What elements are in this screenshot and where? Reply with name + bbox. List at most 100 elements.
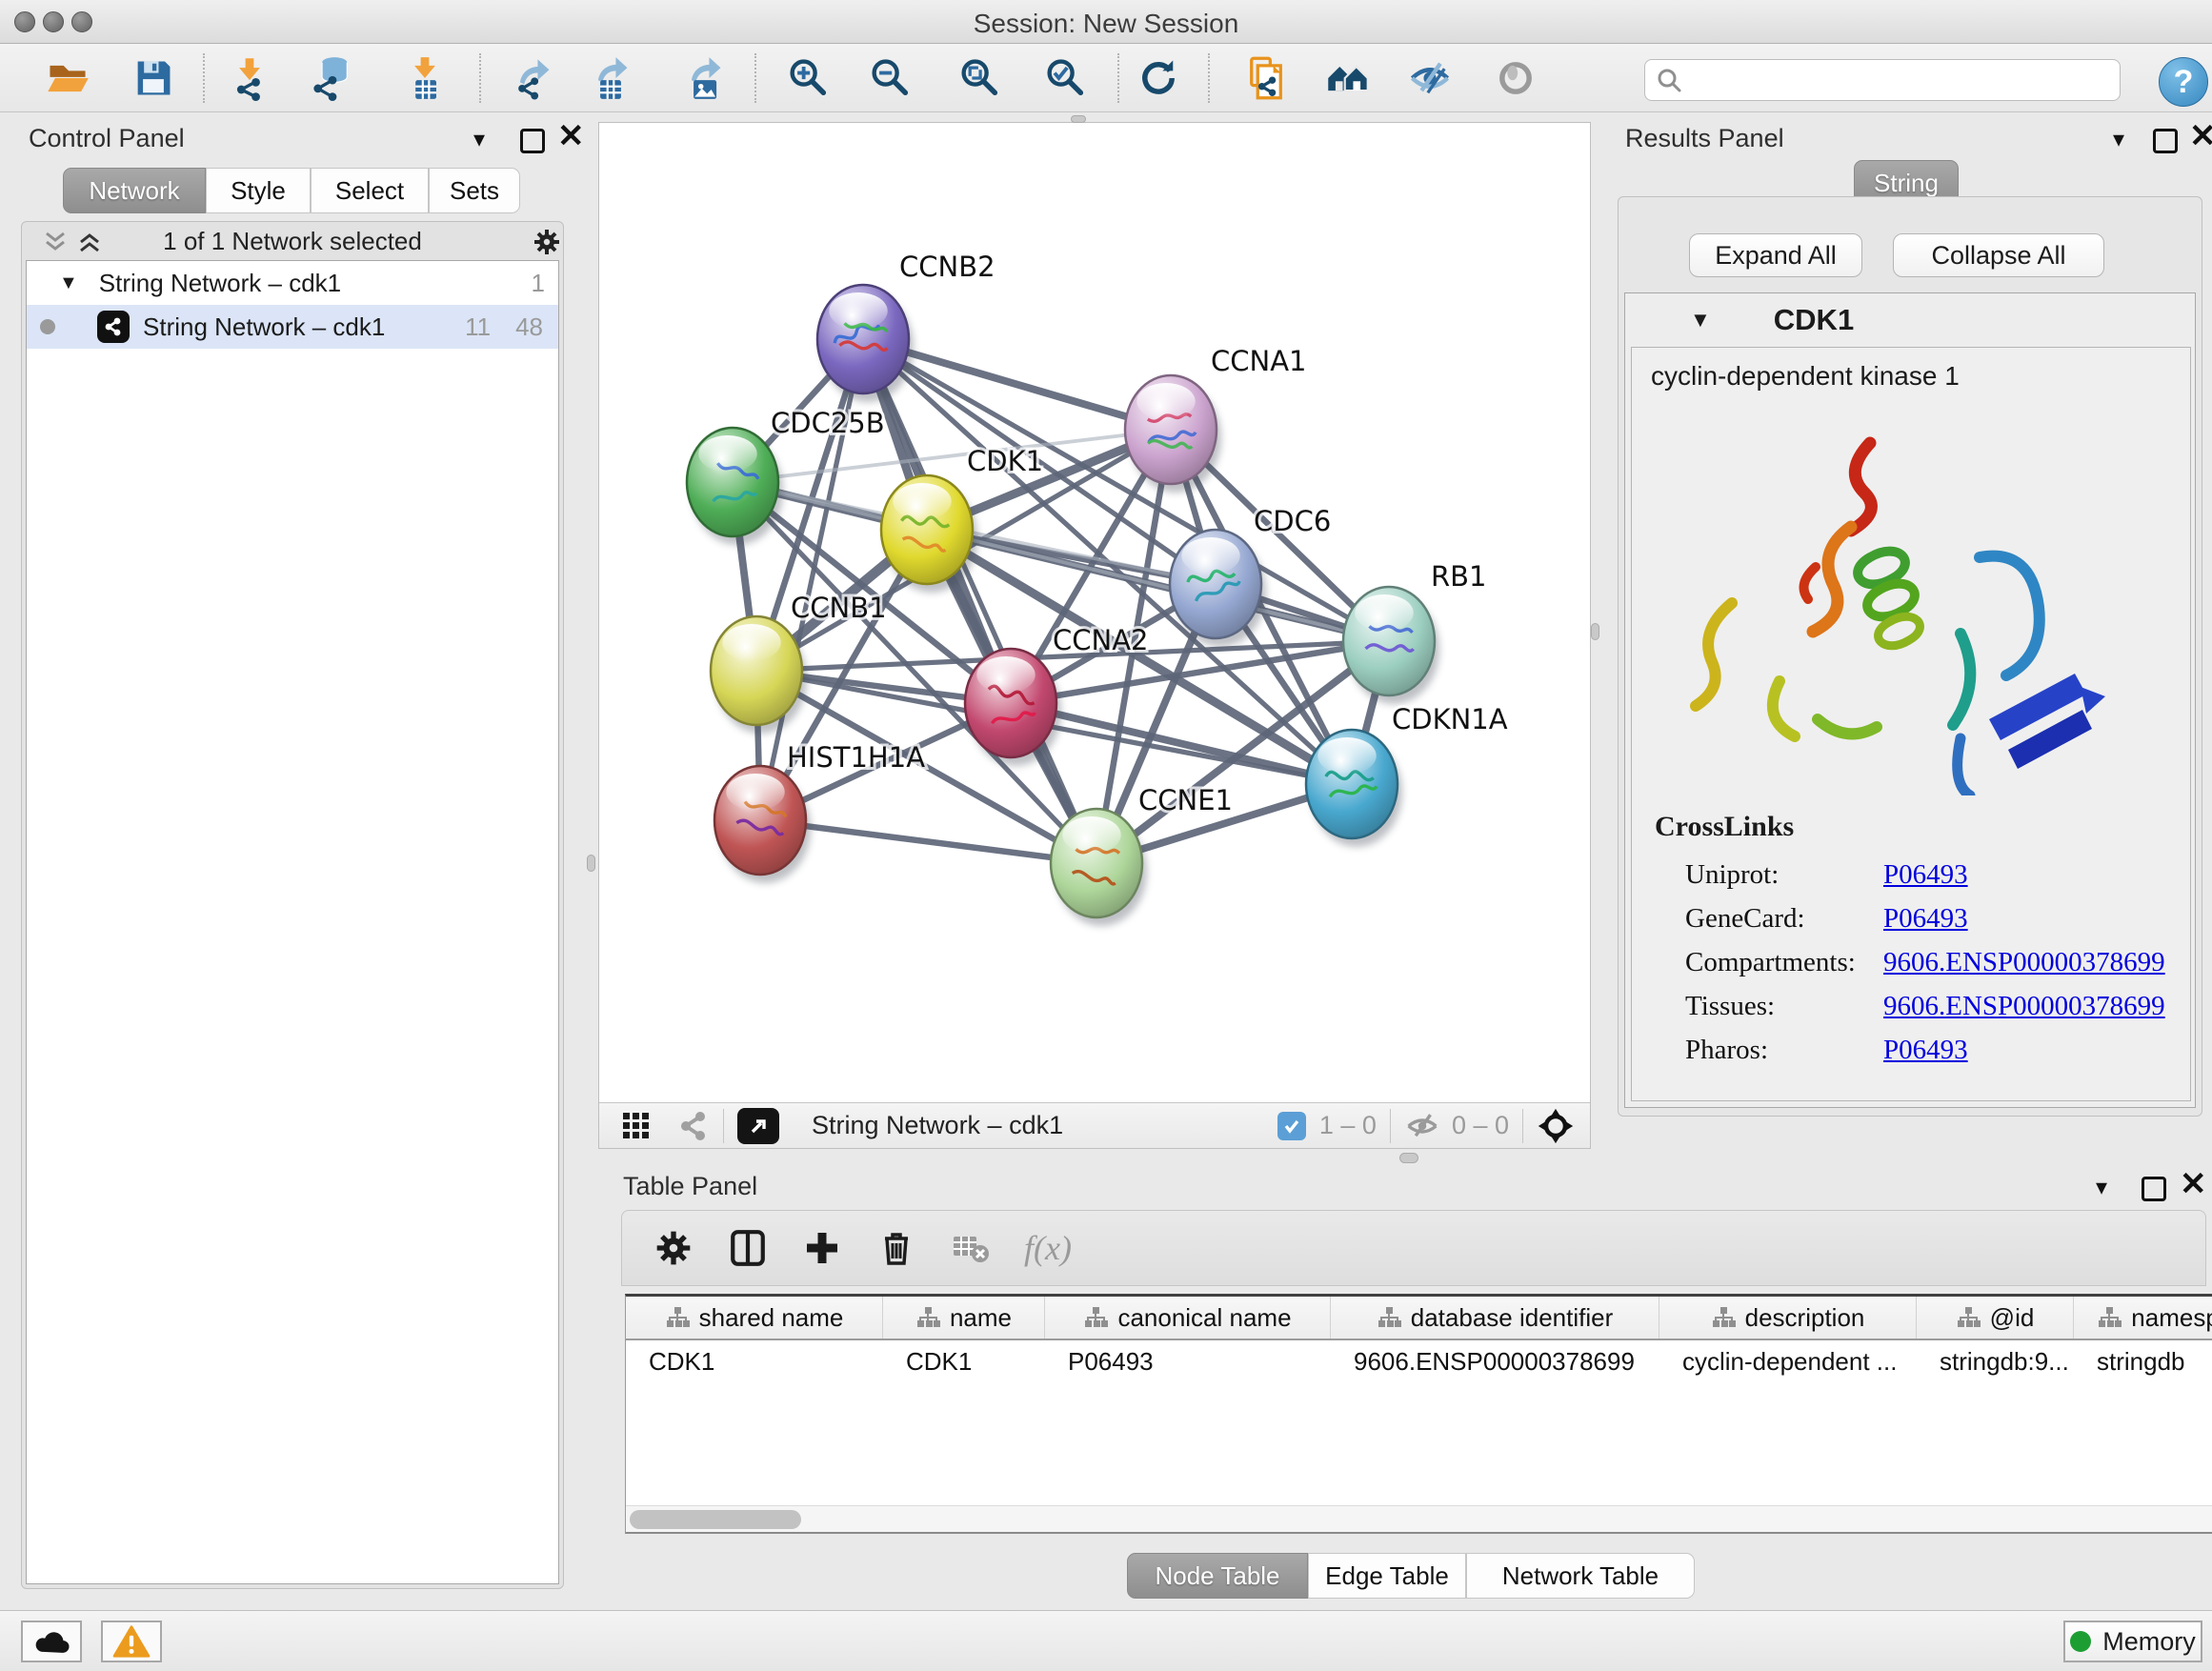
- crosslink-row: Tissues:9606.ENSP00000378699: [1685, 984, 2181, 1028]
- save-session-button[interactable]: [126, 50, 181, 107]
- table-options-gear-button[interactable]: [645, 1218, 702, 1278]
- toolbar-separator: [1208, 53, 1210, 103]
- network-node-HIST1H1A[interactable]: [714, 766, 811, 883]
- selected-nodes-checkbox[interactable]: [1277, 1112, 1306, 1140]
- network-node-CCNB2[interactable]: [817, 285, 914, 402]
- network-node-CCNA2[interactable]: [965, 649, 1061, 766]
- tab-edge-table[interactable]: Edge Table: [1308, 1553, 1466, 1599]
- node-table: shared namenamecanonical namedatabase id…: [625, 1294, 2212, 1534]
- import-table-button[interactable]: [397, 50, 452, 107]
- column-header-namespace[interactable]: namespace: [2074, 1297, 2212, 1339]
- table-row[interactable]: CDK1CDK1P064939606.ENSP00000378699cyclin…: [626, 1340, 2212, 1382]
- column-header-name[interactable]: name: [883, 1297, 1045, 1339]
- tree-expander-icon[interactable]: ▼: [59, 272, 78, 294]
- network-node-RB1[interactable]: [1343, 587, 1439, 704]
- tab-sets[interactable]: Sets: [429, 168, 520, 213]
- bottom-status-bar: Memory: [0, 1610, 2212, 1671]
- network-node-CCNA1[interactable]: [1125, 375, 1221, 493]
- help-button[interactable]: ?: [2159, 57, 2208, 107]
- delete-column-button[interactable]: [868, 1218, 925, 1278]
- node-label-HIST1H1A: HIST1H1A: [787, 741, 925, 774]
- network-node-CCNE1[interactable]: [1051, 809, 1147, 926]
- network-edge-count: 48: [515, 312, 543, 342]
- refresh-button[interactable]: [1131, 50, 1186, 107]
- import-network-from-database-button[interactable]: [305, 50, 360, 107]
- network-node-CDKN1A[interactable]: [1306, 730, 1402, 847]
- function-builder-button[interactable]: f(x): [1024, 1228, 1072, 1268]
- results-panel-menu-caret[interactable]: ▾: [2113, 126, 2124, 153]
- column-type-icon: [665, 1305, 690, 1330]
- network-selector-status: 1 of 1 Network selected: [22, 227, 563, 256]
- export-image-button[interactable]: [676, 50, 732, 107]
- tab-network[interactable]: Network: [63, 168, 206, 213]
- home-button[interactable]: [1320, 50, 1376, 107]
- column-header-shared-name[interactable]: shared name: [626, 1297, 883, 1339]
- control-panel-close-button[interactable]: ✕: [557, 124, 585, 149]
- results-panel-float-button[interactable]: [2153, 129, 2178, 153]
- tab-network-table[interactable]: Network Table: [1466, 1553, 1695, 1599]
- search-input[interactable]: [1644, 59, 2121, 101]
- column-header-at-id[interactable]: @id: [1917, 1297, 2074, 1339]
- show-columns-button[interactable]: [719, 1218, 776, 1278]
- column-header-canonical-name[interactable]: canonical name: [1045, 1297, 1331, 1339]
- scrollbar-thumb[interactable]: [630, 1510, 801, 1529]
- memory-button[interactable]: Memory: [2063, 1621, 2202, 1662]
- control-panel-float-button[interactable]: [520, 129, 545, 153]
- export-table-button[interactable]: [583, 50, 638, 107]
- crosslink-link[interactable]: 9606.ENSP00000378699: [1883, 947, 2165, 978]
- tab-select[interactable]: Select: [311, 168, 429, 213]
- network-row[interactable]: String Network – cdk1 11 48: [27, 305, 558, 349]
- table-panel-close-button[interactable]: ✕: [2180, 1172, 2207, 1197]
- tab-style[interactable]: Style: [206, 168, 311, 213]
- hide-panels-button[interactable]: [1402, 50, 1458, 107]
- results-panel-close-button[interactable]: ✕: [2189, 124, 2212, 149]
- zoom-out-button[interactable]: [862, 50, 917, 107]
- crosslink-link[interactable]: P06493: [1883, 1035, 1968, 1066]
- clone-network-button[interactable]: [1238, 50, 1294, 107]
- crosslink-link[interactable]: P06493: [1883, 859, 1968, 891]
- control-panel-menu-caret[interactable]: ▾: [473, 126, 485, 153]
- table-panel-menu-caret[interactable]: ▾: [2096, 1174, 2107, 1201]
- control-panel-tabs: NetworkStyleSelectSets: [63, 168, 520, 213]
- table-panel-float-button[interactable]: [2142, 1177, 2166, 1201]
- delete-table-button[interactable]: [942, 1218, 999, 1278]
- expand-all-button[interactable]: Expand All: [1689, 233, 1862, 277]
- open-session-button[interactable]: [40, 50, 95, 107]
- edge-CCNA2-CDKN1A[interactable]: [1011, 703, 1352, 784]
- title-bar: Session: New Session: [0, 0, 2212, 44]
- zoom-selected-button[interactable]: [1037, 50, 1093, 107]
- network-view-panel: CCNB2CCNA1CDC25BCDK1CDC6RB1CCNB1CCNA2CDK…: [598, 122, 1591, 1149]
- crosslink-link[interactable]: 9606.ENSP00000378699: [1883, 991, 2165, 1022]
- grid-view-icon[interactable]: [620, 1110, 653, 1142]
- export-network-button[interactable]: [505, 50, 560, 107]
- splitter-handle[interactable]: [1591, 623, 1599, 640]
- network-collection-row[interactable]: ▼ String Network – cdk1 1: [27, 261, 558, 305]
- add-column-button[interactable]: [794, 1218, 851, 1278]
- network-options-gear-icon[interactable]: [533, 228, 561, 256]
- network-node-CDK1[interactable]: [881, 475, 977, 593]
- selected-count: 1 – 0: [1319, 1111, 1377, 1140]
- import-network-button[interactable]: [222, 50, 277, 107]
- zoom-fit-button[interactable]: [952, 50, 1007, 107]
- splitter-handle[interactable]: [1399, 1153, 1418, 1163]
- zoom-in-button[interactable]: [780, 50, 835, 107]
- horizontal-scrollbar[interactable]: [626, 1505, 2212, 1532]
- fit-selection-crosshair-icon[interactable]: [1537, 1107, 1575, 1145]
- record-button[interactable]: [1488, 50, 1543, 107]
- network-node-CCNB1[interactable]: [711, 616, 807, 734]
- collapse-all-button[interactable]: Collapse All: [1893, 233, 2104, 277]
- crosslink-link[interactable]: P06493: [1883, 903, 1968, 935]
- network-canvas[interactable]: CCNB2CCNA1CDC25BCDK1CDC6RB1CCNB1CCNA2CDK…: [599, 123, 1590, 1102]
- tab-node-table[interactable]: Node Table: [1127, 1553, 1308, 1599]
- splitter-handle[interactable]: [1071, 115, 1086, 123]
- column-header-database-identifier[interactable]: database identifier: [1331, 1297, 1659, 1339]
- warning-status-button[interactable]: [101, 1621, 162, 1662]
- cloud-status-button[interactable]: [21, 1621, 82, 1662]
- splitter-handle[interactable]: [587, 855, 595, 872]
- gene-section-expander-icon[interactable]: ▼: [1690, 308, 1711, 332]
- birdseye-toggle[interactable]: [737, 1108, 779, 1144]
- memory-status-dot: [2070, 1631, 2091, 1652]
- column-header-description[interactable]: description: [1659, 1297, 1917, 1339]
- crosslink-label: Pharos:: [1685, 1035, 1883, 1066]
- network-view-icon[interactable]: [677, 1110, 710, 1142]
